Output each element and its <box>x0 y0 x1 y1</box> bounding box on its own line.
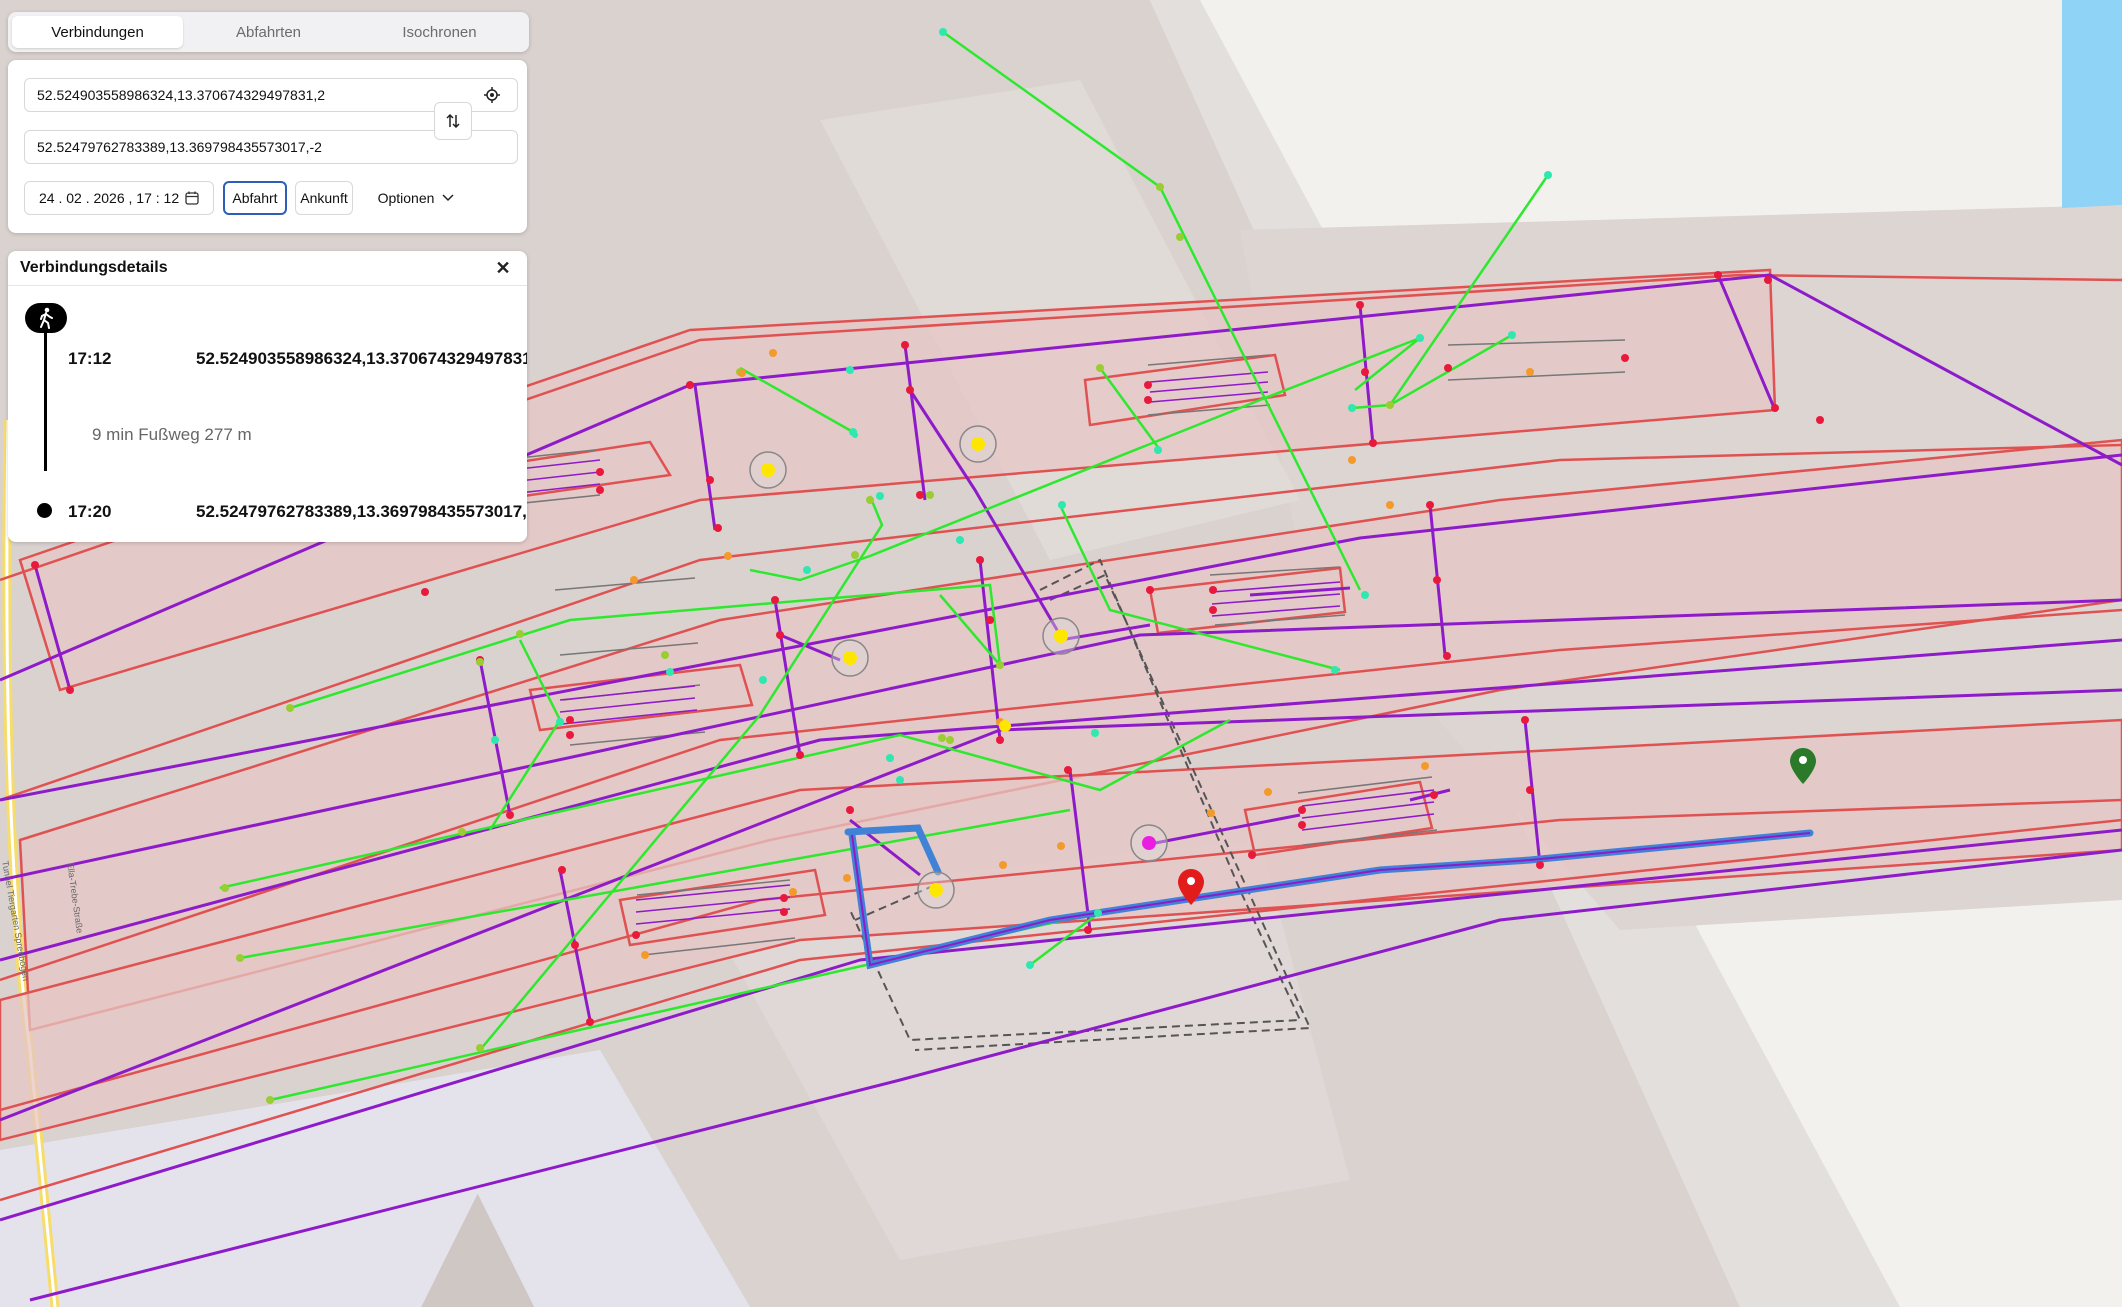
datetime-value: 24 . 02 . 2026 , 17 : 12 <box>39 190 180 206</box>
walk-info: 9 min Fußweg 277 m <box>92 425 252 444</box>
close-icon[interactable]: ✕ <box>491 258 515 279</box>
options-label: Optionen <box>377 190 435 206</box>
tab-connections[interactable]: Verbindungen <box>12 16 183 48</box>
calendar-icon <box>185 191 199 205</box>
end-dot <box>37 503 52 518</box>
tab-departures[interactable]: Abfahrten <box>183 16 354 48</box>
departure-button[interactable]: Abfahrt <box>223 181 287 215</box>
start-place[interactable]: 52.524903558986324,13.370674329497831,2 <box>196 349 527 369</box>
mode-tabs: Verbindungen Abfahrten Isochronen <box>8 12 529 52</box>
tab-isochrones[interactable]: Isochronen <box>354 16 525 48</box>
search-form: 24 . 02 . 2026 , 17 : 12 Abfahrt Ankunft… <box>8 60 527 233</box>
water <box>2062 0 2122 208</box>
connection-details: Verbindungsdetails ✕ 17:12 52.5249035589… <box>8 251 527 542</box>
arrival-button[interactable]: Ankunft <box>295 181 353 215</box>
timeline-line <box>44 319 47 471</box>
options-button[interactable]: Optionen <box>361 181 471 215</box>
locate-button[interactable] <box>478 80 506 110</box>
end-time: 17:20 <box>68 502 112 521</box>
walk-badge <box>25 303 67 333</box>
chevron-down-icon <box>442 194 454 202</box>
end-place[interactable]: 52.52479762783389,13.369798435573017,-2 <box>196 502 527 522</box>
swap-button[interactable] <box>434 102 472 140</box>
datetime-field[interactable]: 24 . 02 . 2026 , 17 : 12 <box>24 181 214 215</box>
swap-vertical-icon <box>446 113 460 129</box>
details-header: Verbindungsdetails ✕ <box>8 251 527 286</box>
crosshair-icon <box>484 87 500 103</box>
start-time: 17:12 <box>68 349 112 368</box>
details-title: Verbindungsdetails <box>20 259 168 276</box>
walking-person-icon <box>40 307 53 329</box>
